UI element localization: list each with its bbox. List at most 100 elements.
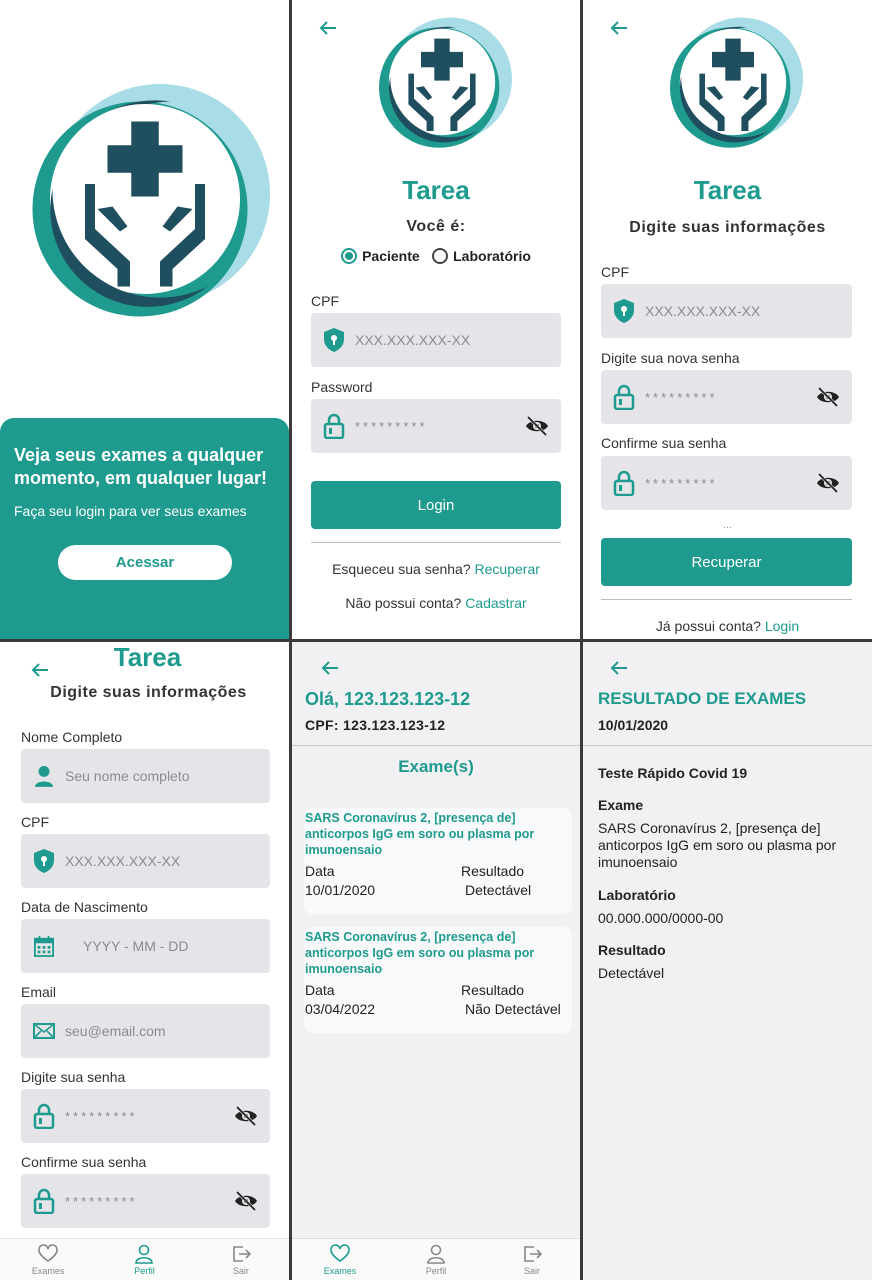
result-title: RESULTADO DE EXAMES	[598, 689, 807, 708]
login-screen: Tarea Você é: Paciente Laboratório CPF X…	[292, 0, 580, 639]
exam-card[interactable]: SARS Coronavírus 2, [presença de] antico…	[304, 927, 572, 1033]
cpf-line: CPF: 123.123.123-12	[305, 717, 446, 733]
exam-result: Detectável	[465, 882, 532, 898]
exam-card[interactable]: SARS Coronavírus 2, [presença de] antico…	[304, 808, 572, 914]
cpf-label: CPF	[601, 264, 629, 280]
shield-icon	[323, 327, 345, 353]
eye-off-icon[interactable]	[816, 387, 840, 407]
cpf-field[interactable]: XXX.XXX.XXX-XX	[311, 313, 561, 367]
tab-exames[interactable]: Exames	[292, 1239, 388, 1280]
tab-sair[interactable]: Sair	[484, 1239, 580, 1280]
login-link[interactable]: Login	[765, 618, 799, 634]
radio-laboratorio[interactable]: Laboratório	[432, 248, 531, 264]
result-label: Resultado	[598, 942, 666, 958]
tab-label: Sair	[232, 1265, 249, 1276]
shield-icon	[613, 298, 635, 324]
radio-label: Paciente	[362, 248, 420, 264]
recover-screen: Tarea Digite suas informações CPF XXX.XX…	[583, 0, 872, 639]
register-screen: Tarea Digite suas informações Nome Compl…	[0, 642, 289, 1280]
app-logo	[20, 74, 270, 324]
confirm-password-label: Confirme sua senha	[21, 1154, 147, 1170]
password-field[interactable]: *********	[311, 399, 561, 453]
eye-off-icon[interactable]	[816, 473, 840, 493]
screens-grid: Veja seus exames a qualquer momento, em …	[0, 0, 872, 1280]
section-title: Exame(s)	[398, 757, 474, 776]
tab-label: Exames	[31, 1265, 65, 1276]
calendar-icon	[33, 933, 55, 959]
tab-perfil[interactable]: Perfil	[96, 1239, 192, 1280]
divider	[583, 745, 872, 746]
cpf-label: CPF	[311, 293, 339, 309]
result-header: Resultado	[461, 863, 525, 879]
back-arrow-icon[interactable]	[318, 18, 342, 38]
tab-label: Perfil	[425, 1265, 447, 1276]
back-arrow-icon[interactable]	[320, 658, 344, 678]
eye-off-icon[interactable]	[234, 1106, 258, 1126]
date-header: Data	[305, 982, 335, 998]
register-text: Não possui conta?	[345, 595, 462, 611]
logout-icon	[522, 1244, 542, 1264]
result-screen: RESULTADO DE EXAMES 10/01/2020 Teste Ráp…	[583, 642, 872, 1280]
app-title: Tarea	[113, 642, 182, 672]
email-placeholder: seu@email.com	[65, 1023, 166, 1039]
radio-unselected-icon	[432, 248, 449, 264]
password-label: Password	[311, 379, 373, 395]
eye-off-icon[interactable]	[234, 1191, 258, 1211]
splash-headline: Veja seus exames a qualquer momento, em …	[14, 445, 268, 488]
recover-subtitle: Digite suas informações	[629, 219, 826, 236]
password-field[interactable]: *********	[21, 1089, 270, 1143]
exam-title: SARS Coronavírus 2, [presença de] antico…	[305, 811, 535, 857]
email-field[interactable]: seu@email.com	[21, 1004, 270, 1058]
register-link[interactable]: Cadastrar	[465, 595, 526, 611]
recover-link[interactable]: Recuperar	[475, 561, 540, 577]
exam-result: Não Detectável	[465, 1001, 561, 1017]
exam-title: SARS Coronavírus 2, [presença de] antico…	[305, 930, 535, 976]
lab-label: Laboratório	[598, 887, 676, 903]
tab-sair[interactable]: Sair	[193, 1239, 289, 1280]
name-field[interactable]: Seu nome completo	[21, 749, 270, 803]
logout-icon	[231, 1244, 251, 1264]
radio-label: Laboratório	[453, 248, 531, 264]
birth-field[interactable]: YYYY - MM - DD	[21, 919, 270, 973]
tab-exames[interactable]: Exames	[0, 1239, 96, 1280]
back-arrow-icon[interactable]	[609, 658, 633, 678]
login-button[interactable]: Login	[311, 481, 561, 529]
new-password-field[interactable]: *********	[601, 370, 852, 424]
eye-off-icon[interactable]	[525, 416, 549, 436]
tab-label: Exames	[323, 1265, 357, 1276]
radio-paciente[interactable]: Paciente	[341, 248, 420, 264]
confirm-password-label: Confirme sua senha	[601, 435, 727, 451]
confirm-password-field[interactable]: *********	[601, 456, 852, 510]
back-arrow-icon[interactable]	[609, 18, 633, 38]
tab-label: Sair	[523, 1265, 540, 1276]
shield-icon	[33, 848, 55, 874]
exam-date: 03/04/2022	[305, 1001, 376, 1017]
lock-icon	[323, 413, 345, 439]
app-title: Tarea	[402, 175, 470, 205]
splash-card: Veja seus exames a qualquer momento, em …	[0, 418, 289, 639]
bottom-tab-bar: Exames Perfil Sair	[0, 1238, 289, 1280]
exam-value: SARS Coronavírus 2, [presença de] antico…	[598, 820, 837, 870]
test-name: Teste Rápido Covid 19	[598, 765, 748, 781]
new-password-label: Digite sua nova senha	[601, 350, 740, 366]
cpf-field[interactable]: XXX.XXX.XXX-XX	[21, 834, 270, 888]
cpf-field[interactable]: XXX.XXX.XXX-XX	[601, 284, 852, 338]
password-placeholder: *********	[645, 475, 718, 491]
result-date: 10/01/2020	[598, 717, 669, 733]
person-icon	[33, 763, 55, 789]
result-header: Resultado	[461, 982, 525, 998]
password-label: Digite sua senha	[21, 1069, 126, 1085]
profile-icon	[134, 1244, 154, 1264]
confirm-password-field[interactable]: *********	[21, 1174, 270, 1228]
tab-label: Perfil	[134, 1265, 155, 1276]
exam-date: 10/01/2020	[305, 882, 376, 898]
forgot-text: Esqueceu sua senha?	[332, 561, 471, 577]
lock-icon	[33, 1188, 55, 1214]
recover-button[interactable]: Recuperar	[601, 538, 852, 586]
profile-icon	[426, 1244, 446, 1264]
cpf-label: CPF	[21, 814, 49, 830]
password-placeholder: *********	[65, 1108, 138, 1124]
access-button[interactable]: Acessar	[58, 545, 232, 580]
forgot-password-line: Esqueceu sua senha? Recuperar	[292, 561, 580, 577]
tab-perfil[interactable]: Perfil	[388, 1239, 484, 1280]
